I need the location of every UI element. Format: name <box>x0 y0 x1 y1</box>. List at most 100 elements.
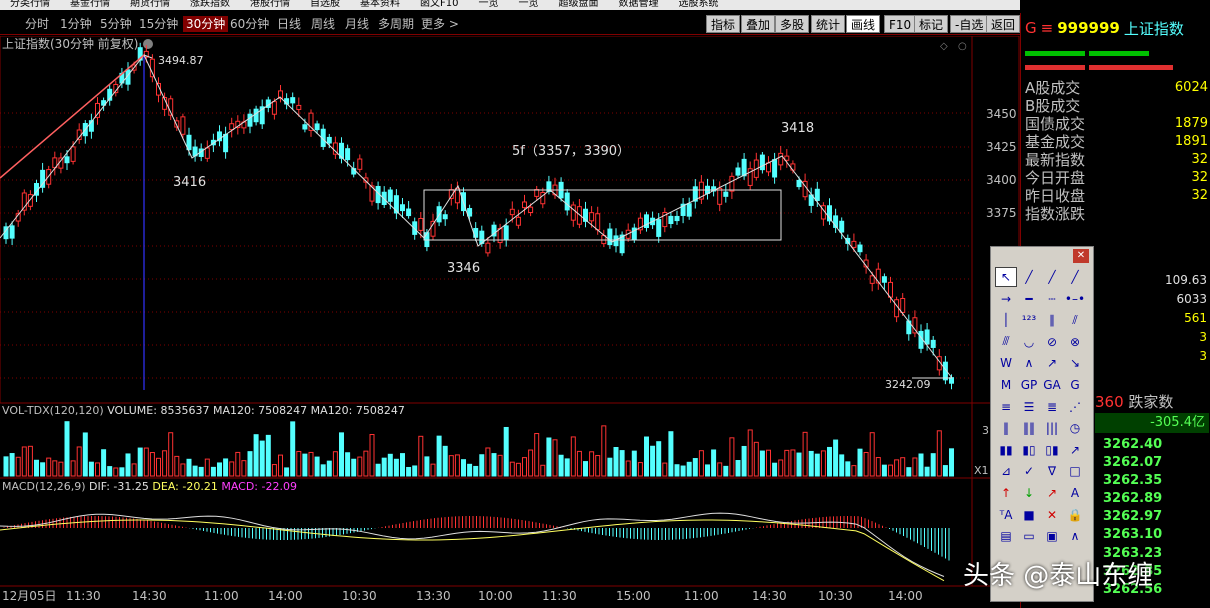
toolbar-button[interactable]: 多股 <box>775 15 810 33</box>
toolbar-button[interactable]: 统计 <box>811 15 846 33</box>
candle-body <box>930 339 936 348</box>
bars-tool-icon[interactable]: ▮▮ <box>995 440 1017 460</box>
volume-bar <box>448 455 454 477</box>
period-tab[interactable]: 30分钟 <box>183 16 229 32</box>
dot-line-tool-icon[interactable]: ┄ <box>1041 289 1063 309</box>
triangle-tool-icon[interactable]: ∇ <box>1041 461 1063 481</box>
up-arrow-tool-icon[interactable]: ↑ <box>995 483 1017 503</box>
ga-tool-icon[interactable]: GA <box>1041 375 1063 395</box>
cycle-tool-icon[interactable]: ◷ <box>1064 418 1086 438</box>
toolbar-button[interactable]: 返回 <box>986 15 1020 33</box>
fib-h-tool-icon[interactable]: ≡ <box>995 397 1017 417</box>
period-tab[interactable]: 分时 <box>22 16 52 32</box>
num-line-tool-icon[interactable]: ¹²³ <box>1018 310 1040 330</box>
period-tab[interactable]: 多周期 <box>375 16 417 32</box>
check-tool-icon[interactable]: ✓ <box>1018 461 1040 481</box>
tape-tool-icon[interactable]: ▭ <box>1018 526 1040 546</box>
top-menu-item[interactable]: 基金行情 <box>70 0 110 9</box>
chart-settings-icon[interactable] <box>143 39 153 49</box>
rect-tool-icon[interactable]: □ <box>1064 461 1086 481</box>
top-menu-item[interactable]: 一览 <box>478 0 498 9</box>
square-tool-icon[interactable]: ■ <box>1018 505 1040 525</box>
toolbar-button[interactable]: F10 <box>884 15 917 33</box>
wave-m-tool-icon[interactable]: M <box>995 375 1017 395</box>
curve-tool-icon[interactable]: ∧ <box>1064 526 1086 546</box>
quote-row-label: 昨日收盘 <box>1025 187 1086 205</box>
circle-cross-tool-icon[interactable]: ⊗ <box>1064 332 1086 352</box>
v-lines2-tool-icon[interactable]: ‖‖ <box>1018 418 1040 438</box>
down-arrow-tool-icon[interactable]: ↓ <box>1018 483 1040 503</box>
top-menu-item[interactable]: 自选股 <box>310 0 340 9</box>
top-menu-item[interactable]: 涨跌指数 <box>190 0 230 9</box>
period-tab[interactable]: 日线 <box>274 16 304 32</box>
candle-body <box>467 208 473 217</box>
trend-tool-icon[interactable]: ↗ <box>1064 440 1086 460</box>
g-tool-icon[interactable]: G <box>1064 375 1086 395</box>
toolbox-titlebar[interactable]: ✕ <box>991 247 1093 263</box>
segment-tool-icon[interactable]: ╱ <box>1064 267 1086 287</box>
diamond-icon[interactable]: ◇ <box>940 41 948 52</box>
bars3-tool-icon[interactable]: ▯▮ <box>1041 440 1063 460</box>
circle-tool-icon[interactable]: ⊘ <box>1041 332 1063 352</box>
gp-tool-icon[interactable]: GP <box>1018 375 1040 395</box>
cursor-tool-icon[interactable]: ↖ <box>995 267 1017 287</box>
red-arrow-tool-icon[interactable]: ↗ <box>1041 483 1063 503</box>
circle-icon[interactable]: ○ <box>958 41 967 52</box>
close-icon[interactable]: ✕ <box>1073 249 1089 263</box>
line-tool-icon[interactable]: ╱ <box>1018 267 1040 287</box>
top-menu-item[interactable]: 港股行情 <box>250 0 290 9</box>
kline-chart[interactable]: 3450 3425 3400 3375 上证指数(30分钟 前复权) ◇ ○ 3… <box>0 36 1020 608</box>
volume-bar <box>747 429 753 477</box>
fan2-tool-icon[interactable]: ⊿ <box>995 461 1017 481</box>
hline-tool-icon[interactable]: ━ <box>1018 289 1040 309</box>
doc-tool-icon[interactable]: ▤ <box>995 526 1017 546</box>
period-tab[interactable]: 1分钟 <box>57 16 95 32</box>
period-tab[interactable]: 60分钟 <box>227 16 272 32</box>
fib-line-tool-icon[interactable]: ⫻ <box>995 332 1017 352</box>
v-lines3-tool-icon[interactable]: ||| <box>1041 418 1063 438</box>
toolbar-button[interactable]: 标记 <box>914 15 949 33</box>
cross-x-tool-icon[interactable]: ✕ <box>1041 505 1063 525</box>
channel-tool-icon[interactable]: ⫽ <box>1064 310 1086 330</box>
v-lines-tool-icon[interactable]: ‖ <box>995 418 1017 438</box>
toolbar-button[interactable]: 指标 <box>706 15 741 33</box>
bars2-tool-icon[interactable]: ▮▯ <box>1018 440 1040 460</box>
candle-body <box>570 204 576 221</box>
vline-tool-icon[interactable]: │ <box>995 310 1017 330</box>
toolbar-button[interactable]: 叠加 <box>741 15 776 33</box>
ray-tool-icon[interactable]: ╱ <box>1041 267 1063 287</box>
menu-icon[interactable]: ≡ <box>1041 19 1054 37</box>
wave-up-tool-icon[interactable]: ↗ <box>1041 353 1063 373</box>
arrow-tool-icon[interactable]: → <box>995 289 1017 309</box>
top-menu-item[interactable]: 函文F10 <box>420 0 458 9</box>
top-menu-item[interactable]: 期货行情 <box>130 0 170 9</box>
top-menu-item[interactable]: 数据管理 <box>618 0 658 9</box>
toolbar-button[interactable]: 画线 <box>846 15 881 33</box>
multi-h-tool-icon[interactable]: ≣ <box>1041 397 1063 417</box>
wave-down-tool-icon[interactable]: ↘ <box>1064 353 1086 373</box>
period-tab[interactable]: 更多 > <box>418 16 462 32</box>
ta-tool-icon[interactable]: ᵀA <box>995 505 1017 525</box>
top-menu-item[interactable]: 选股系统 <box>678 0 718 9</box>
arc-tool-icon[interactable]: ◡ <box>1018 332 1040 352</box>
period-tab[interactable]: 月线 <box>342 16 372 32</box>
candle-body <box>656 219 662 237</box>
text-a-tool-icon[interactable]: A <box>1064 483 1086 503</box>
wave-w-tool-icon[interactable]: W <box>995 353 1017 373</box>
period-tab[interactable]: 15分钟 <box>136 16 181 32</box>
parallel-tool-icon[interactable]: ∥ <box>1041 310 1063 330</box>
wave-zigzag-tool-icon[interactable]: ∧ <box>1018 353 1040 373</box>
top-menu-item[interactable]: 基本资料 <box>360 0 400 9</box>
top-menu-item[interactable]: 超级盘面 <box>558 0 598 9</box>
fan-tool-icon[interactable]: ⋰ <box>1064 397 1086 417</box>
period-tab[interactable]: 周线 <box>308 16 338 32</box>
endpoints-tool-icon[interactable]: •–• <box>1064 289 1086 309</box>
image-tool-icon[interactable]: ▣ <box>1041 526 1063 546</box>
top-menu-item[interactable]: 一览 <box>518 0 538 9</box>
top-menu-item[interactable]: 分类行情 <box>10 0 50 9</box>
period-tab[interactable]: 5分钟 <box>97 16 135 32</box>
text-lines-tool-icon[interactable]: ☰ <box>1018 397 1040 417</box>
lock-tool-icon[interactable]: 🔒 <box>1064 505 1086 525</box>
toolbar-button[interactable]: -自选 <box>950 15 989 33</box>
drawing-toolbox[interactable]: ✕ ↖ ╱ ╱ ╱ → ━ ┄ •–• │ ¹²³ ∥ ⫽ ⫻ ◡ ⊘ ⊗ W ∧ ↗ ↘ M GP GA G ≡ ☰ ≣ ⋰ ‖ ‖‖ |… <box>990 246 1094 602</box>
